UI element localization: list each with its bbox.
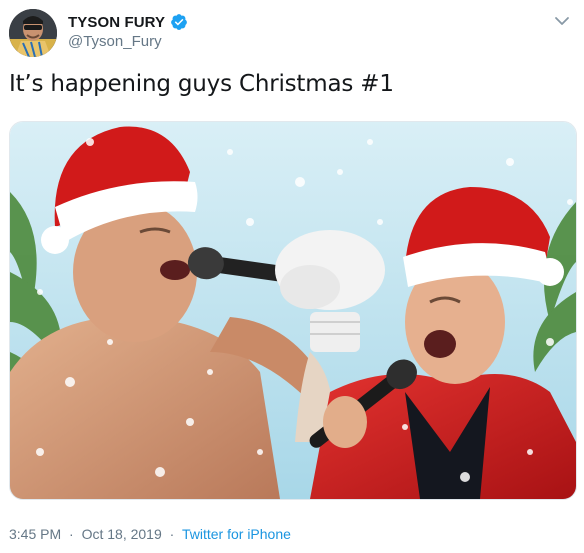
tweet-media-photo[interactable] [9,121,577,500]
author-name-row[interactable]: TYSON FURY [68,13,188,31]
tweet-source-link[interactable]: Twitter for iPhone [182,526,291,542]
meta-separator: · [169,526,175,542]
tweet-date[interactable]: Oct 18, 2019 [82,526,162,542]
author-display-name[interactable]: TYSON FURY [68,14,165,31]
tweet-card: TYSON FURY @Tyson_Fury It’s happening gu… [0,0,584,553]
author-avatar[interactable] [9,9,57,57]
tweet-meta: 3:45 PM · Oct 18, 2019 · Twitter for iPh… [9,526,291,542]
author-handle[interactable]: @Tyson_Fury [68,33,162,50]
tweet-text: It’s happening guys Christmas #1 [9,71,394,97]
verified-badge-icon [170,13,188,31]
avatar-photo [9,9,57,57]
christmas-photo [10,122,576,499]
meta-separator: · [69,526,74,542]
chevron-down-icon[interactable] [553,12,571,30]
tweet-time[interactable]: 3:45 PM [9,526,61,542]
